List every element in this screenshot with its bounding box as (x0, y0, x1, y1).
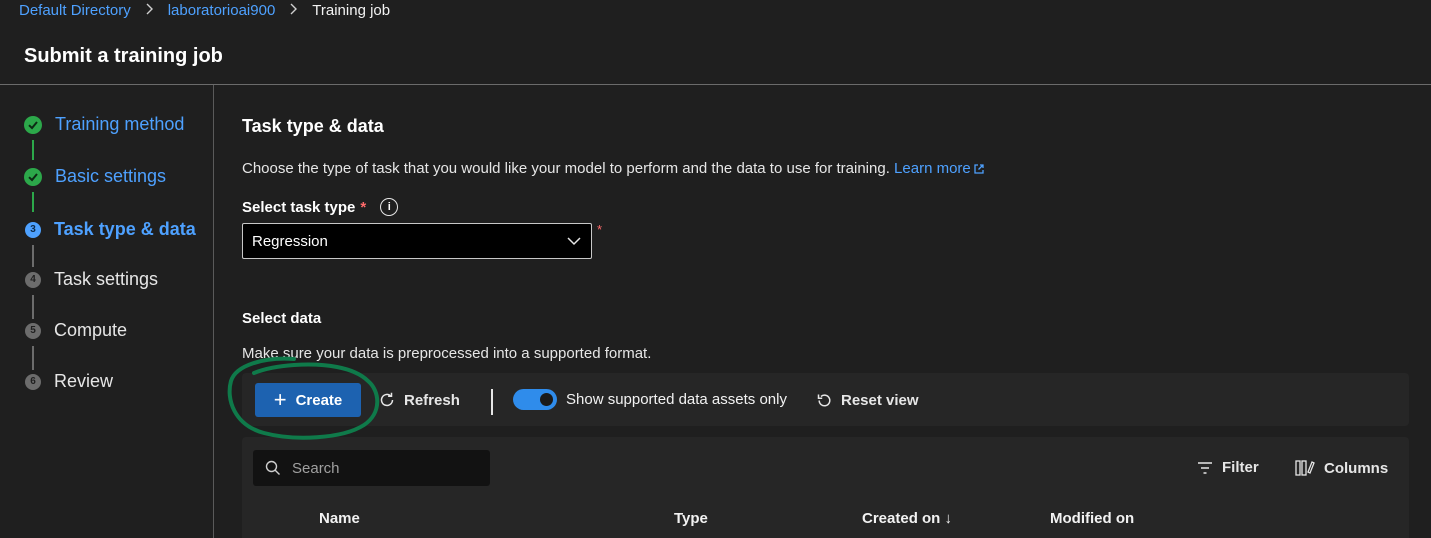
search-icon (265, 460, 280, 475)
column-header-created-on[interactable]: Created on ↓ (862, 510, 952, 527)
search-box[interactable] (253, 450, 490, 486)
data-toolbar: + Create Refresh Show supported data ass… (242, 373, 1409, 426)
wizard-step-label: Review (54, 371, 114, 391)
task-type-value: Regression (252, 232, 328, 250)
required-marker: * (597, 222, 603, 237)
column-header-modified-on[interactable]: Modified on (1050, 510, 1134, 527)
step-connector (32, 245, 34, 267)
wizard-step-compute[interactable]: 5 Compute (24, 320, 127, 341)
chevron-right-icon (145, 2, 154, 18)
wizard-nav: Training method Basic settings 3 Task ty… (0, 85, 214, 538)
column-header-name[interactable]: Name (319, 510, 360, 527)
filter-label: Filter (1222, 459, 1259, 476)
wizard-step-task-type-data[interactable]: 3 Task type & data (24, 219, 196, 240)
external-link-icon (974, 164, 984, 174)
search-input[interactable] (292, 459, 482, 477)
create-button[interactable]: + Create (255, 383, 361, 417)
select-data-title: Select data (242, 310, 322, 327)
step-number-badge: 4 (25, 271, 41, 288)
reset-view-label: Reset view (841, 391, 919, 409)
page-title: Submit a training job (24, 45, 223, 67)
wizard-step-basic-settings[interactable]: Basic settings (24, 166, 166, 187)
checkmark-icon (24, 167, 42, 186)
learn-more-label: Learn more (894, 160, 971, 177)
info-glyph: i (387, 201, 391, 213)
description-text: Choose the type of task that you would l… (242, 160, 890, 177)
task-type-label: Select task type * i (242, 198, 399, 216)
info-icon[interactable]: i (380, 198, 399, 216)
filter-button[interactable]: Filter (1197, 459, 1259, 476)
section-title: Task type & data (242, 116, 384, 136)
wizard-step-training-method[interactable]: Training method (24, 114, 184, 135)
breadcrumb-current: Training job (312, 1, 391, 19)
wizard-step-label: Basic settings (55, 166, 167, 186)
step-connector (32, 140, 34, 160)
chevron-right-icon (289, 2, 298, 18)
wizard-step-task-settings[interactable]: 4 Task settings (24, 269, 158, 290)
toggle-knob (540, 393, 553, 406)
refresh-label: Refresh (404, 391, 460, 409)
column-header-type[interactable]: Type (674, 510, 708, 527)
wizard-step-label: Task settings (54, 269, 159, 289)
breadcrumb-default-directory[interactable]: Default Directory (19, 2, 131, 19)
toolbar-divider (491, 389, 493, 415)
step-connector (32, 346, 34, 370)
section-description: Choose the type of task that you would l… (242, 160, 985, 177)
required-marker: * (360, 198, 367, 216)
columns-button[interactable]: Columns (1295, 459, 1388, 477)
filter-icon (1198, 461, 1212, 474)
data-assets-grid: Filter Columns Name Type Created on ↓ Mo… (242, 437, 1409, 538)
wizard-step-review[interactable]: 6 Review (24, 371, 113, 392)
checkmark-icon (24, 115, 42, 134)
step-number-badge: 5 (25, 322, 41, 339)
reset-view-button[interactable]: Reset view (816, 383, 919, 417)
wizard-step-label: Training method (55, 114, 185, 134)
step-number-badge: 6 (25, 373, 41, 390)
step-connector (32, 192, 34, 212)
refresh-button[interactable]: Refresh (378, 383, 460, 417)
columns-icon (1295, 460, 1315, 476)
step-number-badge: 3 (25, 221, 41, 238)
select-data-description: Make sure your data is preprocessed into… (242, 345, 652, 362)
breadcrumb: Default Directory laboratorioai900 Train… (19, 0, 390, 20)
task-type-dropdown[interactable]: Regression (242, 223, 592, 259)
reset-icon (817, 393, 831, 406)
breadcrumb-workspace[interactable]: laboratorioai900 (168, 2, 276, 19)
supported-assets-toggle[interactable] (513, 389, 557, 410)
wizard-step-label: Compute (54, 320, 128, 340)
title-divider (0, 84, 1431, 85)
learn-more-link[interactable]: Learn more (894, 160, 985, 177)
step-connector (32, 295, 34, 319)
wizard-step-label: Task type & data (54, 219, 196, 239)
chevron-down-icon (567, 237, 581, 246)
plus-icon: + (273, 387, 287, 412)
columns-label: Columns (1324, 459, 1389, 477)
task-type-label-text: Select task type (242, 198, 356, 216)
create-label: Create (295, 391, 343, 409)
supported-assets-toggle-label: Show supported data assets only (566, 391, 787, 408)
refresh-icon (380, 392, 394, 407)
